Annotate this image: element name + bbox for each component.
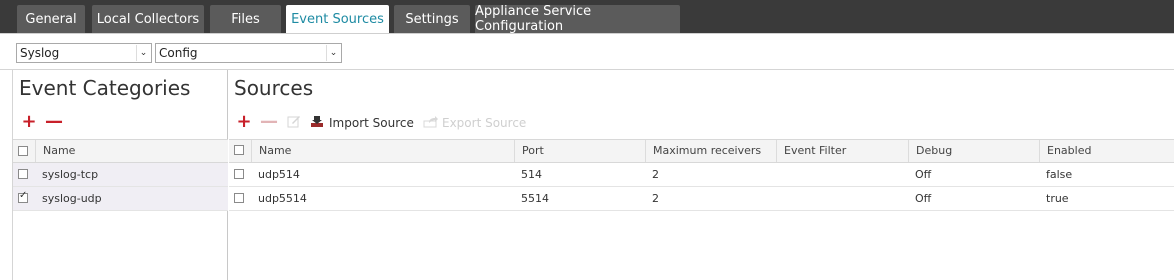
mode-value: Config — [159, 46, 198, 60]
sources-table-header: Name Port Maximum receivers Event Filter… — [229, 139, 1174, 163]
tab-label: General — [25, 11, 77, 27]
tab-label: Local Collectors — [96, 11, 200, 27]
event-categories-panel: Event Categories + — Name syslog-tcp sys… — [12, 70, 228, 280]
source-event-filter — [776, 163, 783, 186]
column-header-debug[interactable]: Debug — [908, 140, 1039, 162]
row-checkbox[interactable] — [234, 193, 244, 203]
select-all-checkbox[interactable] — [18, 146, 28, 156]
tab-general[interactable]: General — [17, 5, 85, 33]
column-header-port[interactable]: Port — [514, 140, 645, 162]
category-row[interactable]: syslog-tcp — [13, 163, 228, 187]
source-row[interactable]: udp514 514 2 Off false — [229, 163, 1174, 187]
import-source-icon[interactable] — [310, 115, 324, 128]
source-debug: Off — [915, 192, 932, 205]
tab-bar: General Local Collectors Files Event Sou… — [0, 0, 1174, 34]
source-type-select[interactable]: Syslog ⌄ — [16, 43, 152, 63]
row-checkbox[interactable] — [234, 169, 244, 179]
row-checkbox[interactable] — [18, 169, 28, 179]
categories-table-header: Name — [13, 139, 228, 163]
export-source-button[interactable]: Export Source — [442, 116, 526, 130]
sources-title: Sources — [234, 76, 314, 100]
source-name: udp514 — [258, 168, 300, 181]
tab-label: Settings — [405, 11, 459, 27]
export-source-icon[interactable] — [423, 115, 438, 128]
chevron-down-icon: ⌄ — [136, 45, 150, 61]
source-enabled: false — [1046, 168, 1073, 181]
source-name: udp5514 — [258, 192, 307, 205]
source-port: 514 — [521, 168, 542, 181]
column-header-event-filter[interactable]: Event Filter — [776, 140, 908, 162]
edit-source-icon[interactable] — [287, 115, 301, 128]
source-max-receivers: 2 — [652, 192, 659, 205]
tab-event-sources[interactable]: Event Sources — [286, 5, 389, 33]
remove-category-icon[interactable]: — — [45, 111, 63, 132]
tab-files[interactable]: Files — [210, 5, 281, 33]
remove-source-icon[interactable]: — — [260, 111, 278, 132]
filter-row: Syslog ⌄ Config ⌄ — [0, 34, 1174, 70]
add-source-icon[interactable]: + — [236, 111, 251, 132]
source-enabled: true — [1046, 192, 1069, 205]
column-header-maximum-receivers[interactable]: Maximum receivers — [645, 140, 776, 162]
tab-local-collectors[interactable]: Local Collectors — [92, 5, 204, 33]
tab-label: Files — [231, 11, 260, 27]
category-name: syslog-udp — [42, 192, 102, 205]
tab-label: Event Sources — [291, 11, 384, 27]
mode-select[interactable]: Config ⌄ — [155, 43, 342, 63]
event-categories-title: Event Categories — [19, 76, 191, 100]
add-category-icon[interactable]: + — [21, 111, 36, 132]
tab-appliance-service-configuration[interactable]: Appliance Service Configuration — [475, 4, 680, 34]
source-event-filter — [776, 187, 783, 210]
column-header-enabled[interactable]: Enabled — [1039, 140, 1174, 162]
category-row[interactable]: syslog-udp — [13, 187, 228, 211]
source-row[interactable]: udp5514 5514 2 Off true — [229, 187, 1174, 211]
chevron-down-icon: ⌄ — [326, 45, 340, 61]
category-name: syslog-tcp — [42, 168, 99, 181]
select-all-checkbox[interactable] — [234, 145, 244, 155]
column-header-name[interactable]: Name — [251, 140, 514, 162]
tab-label: Appliance Service Configuration — [475, 4, 592, 34]
tab-settings[interactable]: Settings — [394, 5, 470, 33]
source-type-value: Syslog — [20, 46, 60, 60]
import-source-button[interactable]: Import Source — [329, 116, 414, 130]
row-checkbox[interactable] — [18, 190, 28, 203]
source-debug: Off — [915, 168, 932, 181]
source-max-receivers: 2 — [652, 168, 659, 181]
source-port: 5514 — [521, 192, 549, 205]
column-header-name[interactable]: Name — [35, 140, 228, 162]
sources-panel: Sources + — Import Source Export Source … — [229, 70, 1174, 280]
